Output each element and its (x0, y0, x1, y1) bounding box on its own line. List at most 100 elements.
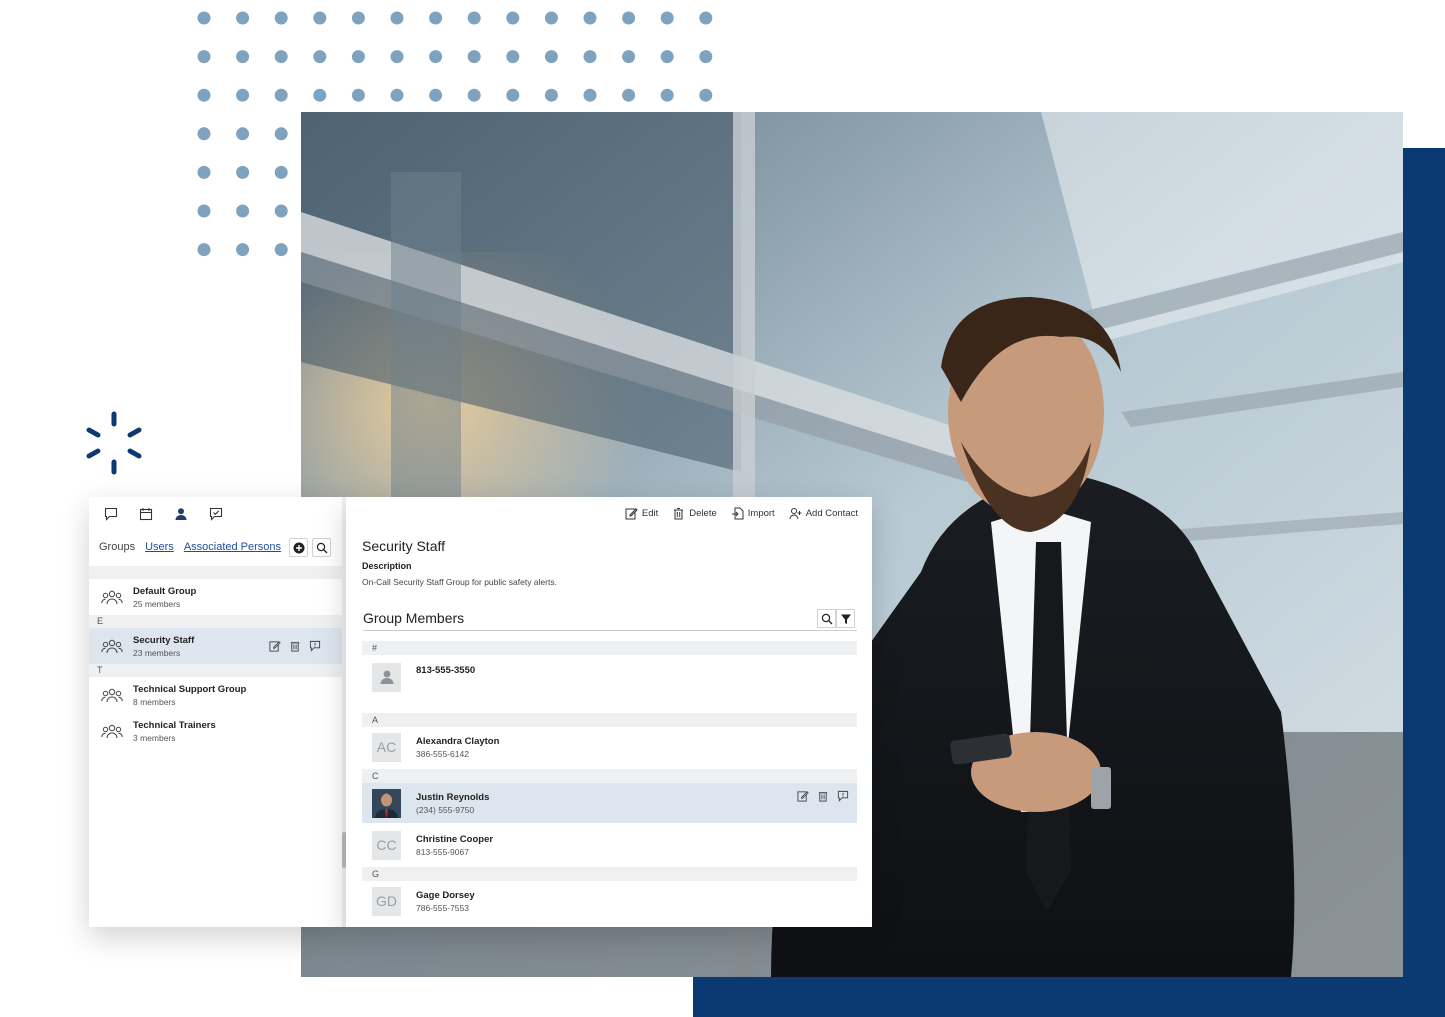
decorative-dot (660, 11, 674, 25)
member-row[interactable]: CC Christine Cooper 813-555-9067 (362, 825, 857, 865)
group-member-count: 25 members (133, 598, 181, 609)
detail-toolbar: Edit Delete Import Add Contact (625, 507, 858, 520)
person-icon[interactable] (173, 506, 189, 522)
section-header: # (362, 641, 857, 655)
group-name: Technical Trainers (133, 719, 216, 731)
decorative-dot (313, 11, 327, 25)
decorative-dot (274, 50, 288, 64)
import-button[interactable]: Import (731, 507, 775, 520)
search-groups-button[interactable] (312, 538, 331, 557)
avatar-initials: CC (372, 830, 401, 860)
decorative-dot (544, 88, 558, 102)
filter-members-button[interactable] (836, 609, 855, 628)
decorative-dot (467, 50, 481, 64)
decorative-dot (699, 50, 713, 64)
edit-icon[interactable] (269, 640, 281, 652)
chat-icon[interactable] (103, 506, 119, 522)
group-name: Security Staff (133, 634, 195, 646)
avatar-initials: AC (372, 732, 401, 762)
avatar (372, 662, 401, 692)
sidebar-toolbar (103, 506, 224, 522)
delete-button[interactable]: Delete (672, 507, 717, 520)
decorative-dot (429, 88, 443, 102)
member-row[interactable]: AC Alexandra Clayton 386-555-6142 (362, 727, 857, 767)
member-row[interactable]: GD Gage Dorsey 786-555-7553 (362, 881, 857, 921)
decorative-dot (313, 50, 327, 64)
search-icon (821, 613, 832, 624)
tab-associated-persons[interactable]: Associated Persons (184, 541, 281, 553)
sidebar-actions (289, 538, 331, 557)
members-tools (817, 609, 855, 628)
decorative-dot (467, 88, 481, 102)
delete-label: Delete (689, 508, 717, 519)
decorative-dot (622, 88, 636, 102)
group-member-count: 3 members (133, 732, 176, 743)
group-members-heading: Group Members (363, 610, 465, 626)
decorative-dot (197, 88, 211, 102)
group-list-item[interactable]: Technical Trainers 3 members (89, 713, 343, 749)
member-phone: 813-555-9067 (416, 846, 469, 857)
decorative-dot (236, 88, 250, 102)
description-text: On-Call Security Staff Group for public … (362, 577, 557, 587)
decorative-dot (351, 50, 365, 64)
decorative-dot (544, 11, 558, 25)
trash-icon[interactable] (289, 640, 301, 652)
decorative-dot (660, 50, 674, 64)
import-icon (731, 507, 744, 520)
person-icon (380, 670, 393, 684)
decorative-dot (236, 165, 250, 179)
decorative-dot (351, 11, 365, 25)
decorative-dot (429, 11, 443, 25)
decorative-dot (390, 11, 404, 25)
decorative-dot (660, 88, 674, 102)
group-icon (101, 688, 123, 703)
decorative-dot (274, 127, 288, 141)
member-row[interactable]: Justin Reynolds (234) 555-9750 (362, 783, 857, 823)
group-member-count: 23 members (133, 647, 181, 658)
decorative-dot (544, 50, 558, 64)
decorative-dot (699, 88, 713, 102)
message-icon[interactable] (309, 640, 321, 652)
search-icon (316, 542, 327, 553)
filter-icon (840, 614, 851, 624)
member-list: #813-555-3550 A AC Alexandra Clayton 386-555… (362, 641, 857, 923)
member-name: Christine Cooper (416, 833, 494, 845)
decorative-dot (313, 88, 327, 102)
edit-button[interactable]: Edit (625, 507, 658, 520)
search-members-button[interactable] (817, 609, 836, 628)
group-name: Technical Support Group (133, 683, 247, 695)
tab-groups[interactable]: Groups (99, 541, 135, 553)
decorative-dot (622, 11, 636, 25)
decorative-dot (622, 50, 636, 64)
section-header: G (362, 867, 857, 881)
group-icon (101, 724, 123, 739)
decorative-dot (390, 50, 404, 64)
add-group-button[interactable] (289, 538, 308, 557)
group-list-item[interactable]: Security Staff 23 members (89, 628, 343, 664)
message-icon[interactable] (837, 790, 849, 802)
add-contact-label: Add Contact (805, 508, 858, 519)
members-divider (363, 630, 857, 631)
member-name: 813-555-3550 (416, 665, 476, 676)
add-person-icon (789, 508, 802, 520)
group-member-count: 8 members (133, 696, 176, 707)
decorative-dot (236, 243, 250, 257)
edit-icon[interactable] (797, 790, 809, 802)
decorative-dot (467, 11, 481, 25)
member-phone: 386-555-6142 (416, 748, 469, 759)
group-list-item[interactable]: Default Group 25 members (89, 579, 343, 615)
calendar-icon[interactable] (138, 506, 154, 522)
group-icon (101, 639, 123, 654)
add-contact-button[interactable]: Add Contact (789, 507, 858, 520)
member-row[interactable]: 813-555-3550 (362, 655, 857, 699)
group-list-item[interactable]: Technical Support Group 8 members (89, 677, 343, 713)
decorative-dot (197, 50, 211, 64)
group-name: Default Group (133, 585, 197, 597)
decorative-dot (236, 127, 250, 141)
tab-users[interactable]: Users (145, 541, 174, 553)
trash-icon[interactable] (817, 790, 829, 802)
decorative-dot (274, 243, 288, 257)
feedback-icon[interactable] (208, 506, 224, 522)
decorative-dot (274, 204, 288, 218)
group-detail-panel: Edit Delete Import Add Contact Security … (346, 497, 872, 927)
